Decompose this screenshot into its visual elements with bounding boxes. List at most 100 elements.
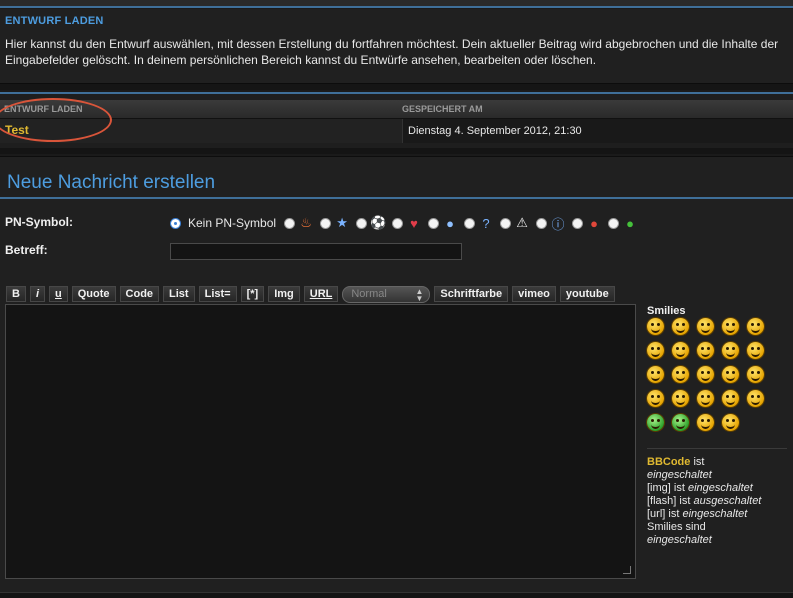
bold-button[interactable]: B <box>6 286 26 302</box>
ordered-list-button[interactable]: List= <box>198 286 237 302</box>
flash-status-label: [flash] <box>647 495 677 507</box>
font-size-value: Normal <box>351 288 387 300</box>
green-face-icon: ● <box>626 215 634 231</box>
img-status-value: eingeschaltet <box>687 482 753 494</box>
smiley-icon[interactable] <box>647 390 664 407</box>
img-button[interactable]: Img <box>268 286 300 302</box>
smiley-icon[interactable] <box>697 318 714 335</box>
subject-label: Betreff: <box>5 243 48 257</box>
smiley-icon[interactable] <box>722 390 739 407</box>
heart-icon: ♥ <box>410 215 418 231</box>
smiley-icon[interactable] <box>647 414 664 431</box>
smiley-icon[interactable] <box>722 318 739 335</box>
smiley-icon[interactable] <box>647 342 664 359</box>
pn-symbol-options: Kein PN-Symbol ♨ ★ ⚽ ♥ ● ? ⚠ ⓘ ● ● <box>170 213 641 233</box>
title-underline <box>0 197 793 199</box>
smiley-icon[interactable] <box>672 366 689 383</box>
resize-handle[interactable] <box>623 566 631 574</box>
smiley-icon[interactable] <box>722 342 739 359</box>
url-status-text: ist <box>668 508 680 520</box>
pn-radio-question[interactable] <box>464 217 476 229</box>
smiley-icon[interactable] <box>697 414 714 431</box>
url-button[interactable]: URL <box>303 286 339 302</box>
flash-status-text: ist <box>679 495 691 507</box>
message-textarea[interactable] <box>5 304 636 579</box>
smilies-divider <box>647 448 787 449</box>
pn-none-label: Kein PN-Symbol <box>188 216 277 230</box>
draft-saved-date: Dienstag 4. September 2012, 21:30 <box>408 125 582 137</box>
smiley-icon[interactable] <box>722 366 739 383</box>
smiley-icon[interactable] <box>722 414 739 431</box>
bbcode-toolbar: B i u Quote Code List List= [*] Img URL … <box>6 286 615 303</box>
smiley-icon[interactable] <box>672 390 689 407</box>
url-status-label: [url] <box>647 508 666 520</box>
pn-radio-green[interactable] <box>608 217 620 229</box>
vimeo-button[interactable]: vimeo <box>512 286 556 302</box>
speech-bubble-icon: ● <box>446 215 454 231</box>
pn-symbol-label: PN-Symbol: <box>5 215 74 229</box>
list-button[interactable]: List <box>163 286 195 302</box>
smiley-icon[interactable] <box>672 318 689 335</box>
subject-input[interactable] <box>170 243 462 260</box>
smiley-icon[interactable] <box>747 342 764 359</box>
angry-face-icon: ● <box>590 215 598 231</box>
bbcode-status-text: ist <box>693 456 705 468</box>
table-header-row <box>0 100 793 119</box>
img-status-text: ist <box>673 482 685 494</box>
smilies-heading: Smilies <box>647 305 686 317</box>
url-status-value: eingeschaltet <box>682 508 748 520</box>
smiley-icon[interactable] <box>747 390 764 407</box>
chevron-updown-icon: ▲ ▼ <box>415 287 424 303</box>
smiley-icon[interactable] <box>697 366 714 383</box>
soccer-ball-icon: ⚽ <box>369 215 387 230</box>
bbcode-status: BBCode ist eingeschaltet [img] ist einge… <box>647 456 792 547</box>
underline-button[interactable]: u <box>49 286 68 302</box>
pn-radio-angry[interactable] <box>572 217 584 229</box>
font-size-select[interactable]: Normal ▲ ▼ <box>342 286 431 303</box>
pn-radio-star[interactable] <box>320 217 332 229</box>
warning-icon: ⚠ <box>516 215 528 230</box>
pn-radio-heart[interactable] <box>392 217 404 229</box>
question-icon: ? <box>482 215 490 231</box>
smiley-icon[interactable] <box>672 342 689 359</box>
pn-radio-soccer[interactable] <box>356 217 368 229</box>
smilies-status-label: Smilies <box>647 521 683 533</box>
info-icon: ⓘ <box>551 216 565 232</box>
pn-radio-warning[interactable] <box>500 217 512 229</box>
bbcode-help-link[interactable]: BBCode <box>647 456 690 468</box>
smiley-icon[interactable] <box>697 342 714 359</box>
smiley-icon[interactable] <box>647 366 664 383</box>
smilies-status-value: eingeschaltet <box>647 534 712 546</box>
separator <box>0 84 793 90</box>
smilies-grid <box>647 318 777 431</box>
smilies-status-text: sind <box>685 521 706 533</box>
top-bar <box>0 0 793 8</box>
separator <box>0 148 793 154</box>
pn-radio-none[interactable] <box>170 217 181 229</box>
pn-radio-speech[interactable] <box>428 217 440 229</box>
smiley-icon[interactable] <box>747 318 764 335</box>
flash-status-value: ausgeschaltet <box>693 495 762 507</box>
youtube-button[interactable]: youtube <box>559 286 615 302</box>
italic-button[interactable]: i <box>29 286 46 302</box>
pn-radio-fire[interactable] <box>284 217 296 229</box>
img-status-label: [img] <box>647 482 671 494</box>
smiley-icon[interactable] <box>747 366 764 383</box>
draft-heading: ENTWURF LADEN <box>5 15 104 27</box>
smiley-icon[interactable] <box>647 318 664 335</box>
star-icon: ★ <box>336 215 348 230</box>
list-item-button[interactable]: [*] <box>240 286 265 302</box>
draft-description: Hier kannst du den Entwurf auswählen, mi… <box>5 37 779 67</box>
font-color-button[interactable]: Schriftfarbe <box>434 286 509 302</box>
draft-saved-cell: Dienstag 4. September 2012, 21:30 <box>402 119 793 143</box>
smiley-icon[interactable] <box>672 414 689 431</box>
code-button[interactable]: Code <box>119 286 160 302</box>
bottom-divider <box>0 592 793 598</box>
fire-icon: ♨ <box>300 215 312 230</box>
column-header-saved[interactable]: GESPEICHERT AM <box>402 104 483 114</box>
bbcode-status-value: eingeschaltet <box>647 469 712 481</box>
quote-button[interactable]: Quote <box>71 286 116 302</box>
page-title: Neue Nachricht erstellen <box>7 172 216 193</box>
smiley-icon[interactable] <box>697 390 714 407</box>
pn-radio-info[interactable] <box>536 217 548 229</box>
